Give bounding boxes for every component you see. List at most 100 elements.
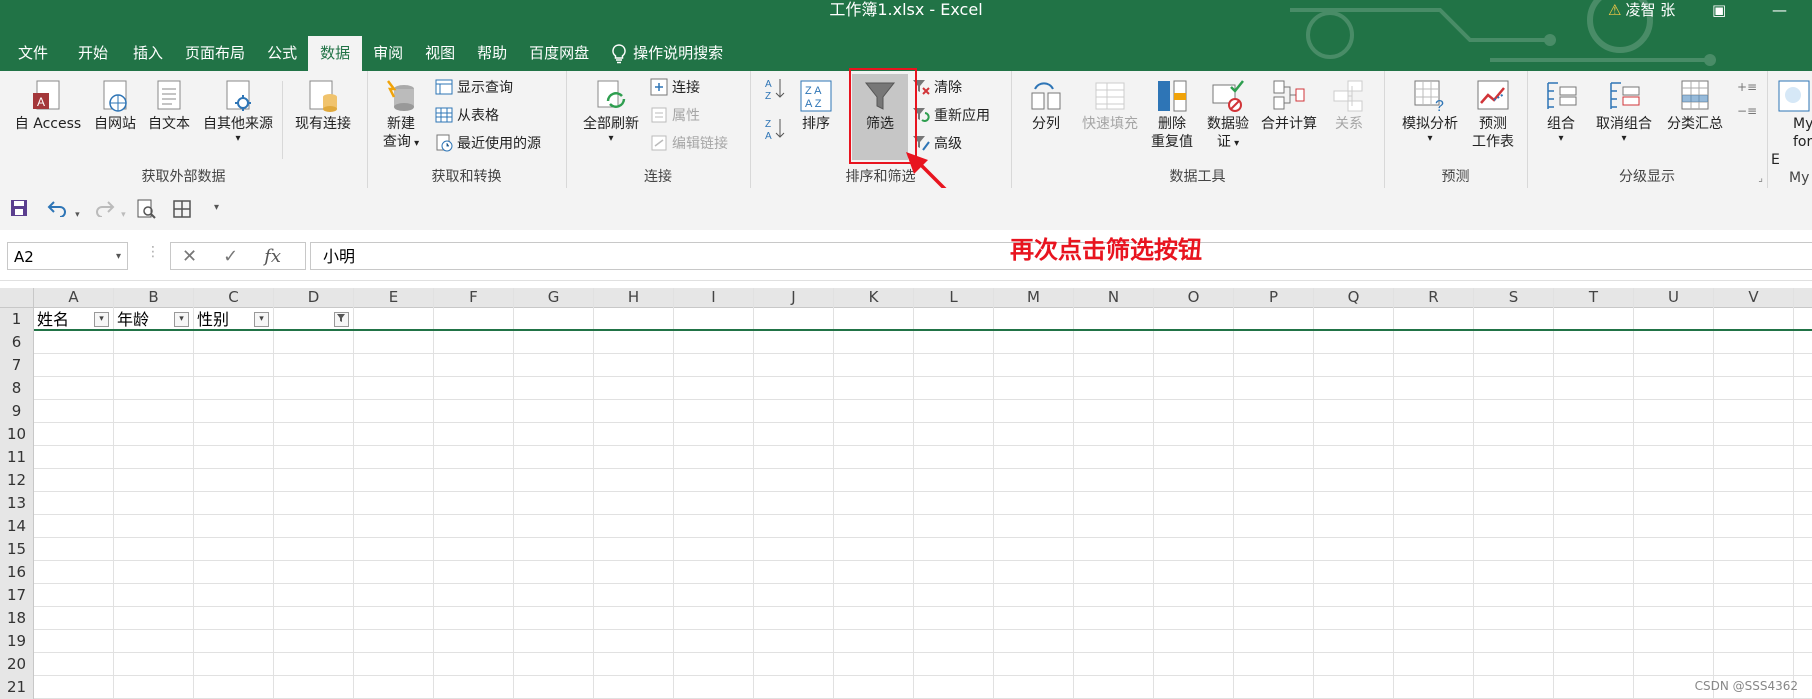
column-header-o[interactable]: O — [1154, 288, 1234, 307]
undo-icon[interactable]: ▾ — [46, 199, 80, 221]
table-row[interactable]: 6 — [0, 331, 1812, 354]
row-header[interactable]: 12 — [0, 469, 34, 492]
table-row[interactable]: 9 — [0, 400, 1812, 423]
row-header[interactable]: 15 — [0, 538, 34, 561]
column-header-k[interactable]: K — [834, 288, 914, 307]
connections-button[interactable]: 连接 — [650, 77, 700, 97]
column-header-n[interactable]: N — [1074, 288, 1154, 307]
properties-button[interactable]: 属性 — [650, 105, 700, 125]
subtotal-button[interactable]: 分类汇总 — [1663, 79, 1727, 133]
table-row[interactable]: 20 — [0, 653, 1812, 676]
header-cell[interactable]: 年龄 ▾ — [114, 308, 194, 331]
tab-file[interactable]: 文件 — [0, 36, 66, 71]
remove-duplicates-button[interactable]: 删除 重复值 — [1147, 79, 1197, 151]
row-header[interactable]: 17 — [0, 584, 34, 607]
drag-handle-icon[interactable]: ⋮ — [146, 244, 160, 260]
text-to-columns-button[interactable]: 分列 — [1023, 79, 1069, 133]
existing-connections-button[interactable]: 现有连接 — [290, 79, 356, 133]
column-header-t[interactable]: T — [1554, 288, 1634, 307]
reapply-button[interactable]: 重新应用 — [912, 105, 990, 125]
tab-page-layout[interactable]: 页面布局 — [174, 36, 256, 71]
redo-icon[interactable]: ▾ — [92, 199, 126, 221]
flash-fill-button[interactable]: 快速填充 — [1077, 79, 1143, 133]
ribbon-display-options-icon[interactable]: ▣ — [1712, 0, 1726, 20]
column-header-h[interactable]: H — [594, 288, 674, 307]
table-row[interactable]: 15 — [0, 538, 1812, 561]
table-row[interactable]: 7 — [0, 354, 1812, 377]
cancel-icon[interactable]: ✕ — [170, 246, 197, 267]
column-header-e[interactable]: E — [354, 288, 434, 307]
table-row[interactable]: 19 — [0, 630, 1812, 653]
sort-button[interactable]: Z AA Z 排序 — [794, 79, 838, 133]
from-web-button[interactable]: 自网站 — [88, 79, 142, 133]
column-header-v[interactable]: V — [1714, 288, 1794, 307]
show-hide-detail-icons[interactable]: +≡ −≡ — [1737, 75, 1757, 123]
header-cell[interactable]: 姓名 ▾ — [34, 308, 114, 331]
my-addin-button[interactable]: My for E — [1771, 79, 1812, 169]
from-text-button[interactable]: 自文本 — [144, 79, 194, 133]
table-row[interactable]: 11 — [0, 446, 1812, 469]
tell-me-search[interactable]: 操作说明搜索 — [600, 36, 734, 71]
column-header-m[interactable]: M — [994, 288, 1074, 307]
row-header[interactable]: 10 — [0, 423, 34, 446]
row-header[interactable]: 7 — [0, 354, 34, 377]
enter-icon[interactable]: ✓ — [223, 246, 238, 267]
print-preview-icon[interactable] — [136, 199, 156, 223]
tab-insert[interactable]: 插入 — [122, 36, 174, 71]
row-header[interactable]: 19 — [0, 630, 34, 653]
column-header-a[interactable]: A — [34, 288, 114, 307]
tab-help[interactable]: 帮助 — [466, 36, 518, 71]
tab-home[interactable]: 开始 — [66, 36, 122, 71]
row-header[interactable]: 11 — [0, 446, 34, 469]
data-validation-button[interactable]: 数据验 证 ▾ — [1201, 79, 1255, 153]
table-row[interactable]: 8 — [0, 377, 1812, 400]
borders-icon[interactable] — [172, 199, 192, 223]
row-header[interactable]: 6 — [0, 331, 34, 354]
row-header[interactable]: 8 — [0, 377, 34, 400]
header-cell[interactable] — [274, 308, 354, 331]
sort-descending-button[interactable]: ZA — [764, 117, 786, 141]
column-header-p[interactable]: P — [1234, 288, 1314, 307]
column-header-u[interactable]: U — [1634, 288, 1714, 307]
row-header[interactable]: 1 — [0, 308, 34, 331]
edit-links-button[interactable]: 编辑链接 — [650, 133, 728, 153]
tab-baidu-netdisk[interactable]: 百度网盘 — [518, 36, 600, 71]
relationships-button[interactable]: 关系 — [1327, 79, 1371, 133]
insert-function-button[interactable]: fx — [264, 246, 281, 267]
column-header-l[interactable]: L — [914, 288, 994, 307]
filter-dropdown-icon[interactable]: ▾ — [94, 312, 109, 327]
filter-dropdown-icon[interactable]: ▾ — [254, 312, 269, 327]
tab-formulas[interactable]: 公式 — [256, 36, 308, 71]
ungroup-button[interactable]: 取消组合 ▾ — [1591, 79, 1657, 145]
column-header-s[interactable]: S — [1474, 288, 1554, 307]
row-header[interactable]: 16 — [0, 561, 34, 584]
group-button[interactable]: 组合 ▾ — [1537, 79, 1585, 145]
filter-applied-icon[interactable] — [334, 312, 349, 327]
row-header[interactable]: 21 — [0, 676, 34, 699]
refresh-all-button[interactable]: 全部刷新 ▾ — [580, 79, 642, 145]
column-header-b[interactable]: B — [114, 288, 194, 307]
from-table-button[interactable]: 从表格 — [435, 105, 499, 125]
tab-review[interactable]: 审阅 — [362, 36, 414, 71]
table-row[interactable]: 12 — [0, 469, 1812, 492]
column-header-g[interactable]: G — [514, 288, 594, 307]
row-header[interactable]: 9 — [0, 400, 34, 423]
what-if-analysis-button[interactable]: ? 模拟分析 ▾ — [1398, 79, 1462, 145]
column-header-i[interactable]: I — [674, 288, 754, 307]
tab-view[interactable]: 视图 — [414, 36, 466, 71]
sort-ascending-button[interactable]: AZ — [764, 77, 786, 101]
table-row[interactable]: 16 — [0, 561, 1812, 584]
table-row[interactable]: 14 — [0, 515, 1812, 538]
from-access-button[interactable]: A 自 Access — [12, 79, 84, 133]
worksheet-grid[interactable]: ABCDEFGHIJKLMNOPQRSTUV 1 姓名 ▾ 年龄 ▾ 性别 ▾ 6 7 8 9 10 1… — [0, 288, 1812, 699]
table-row[interactable]: 17 — [0, 584, 1812, 607]
row-header[interactable]: 13 — [0, 492, 34, 515]
column-header-d[interactable]: D — [274, 288, 354, 307]
table-row[interactable]: 10 — [0, 423, 1812, 446]
row-header[interactable]: 14 — [0, 515, 34, 538]
column-header-r[interactable]: R — [1394, 288, 1474, 307]
name-box[interactable]: A2 ▾ — [7, 242, 128, 270]
tab-data[interactable]: 数据 — [308, 36, 363, 71]
minimize-icon[interactable]: — — [1772, 0, 1787, 20]
table-row[interactable]: 13 — [0, 492, 1812, 515]
